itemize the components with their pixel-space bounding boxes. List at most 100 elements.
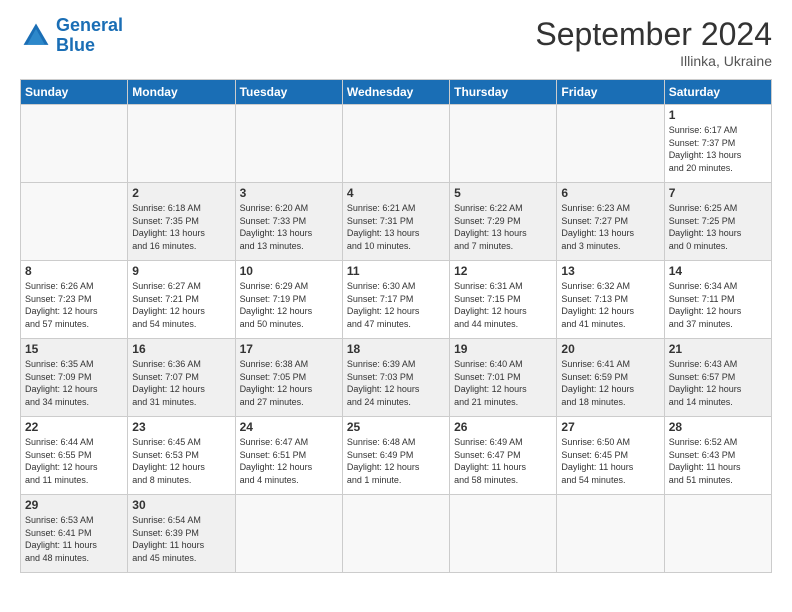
table-row: 22 Sunrise: 6:44 AMSunset: 6:55 PMDayligh… [21, 417, 128, 495]
table-row: 1Sunrise: 6:17 AMSunset: 7:37 PMDaylight… [664, 105, 771, 183]
empty-cell [342, 105, 449, 183]
day-info: Sunrise: 6:20 AMSunset: 7:33 PMDaylight:… [240, 203, 313, 251]
month-title: September 2024 [535, 16, 772, 53]
day-info: Sunrise: 6:35 AMSunset: 7:09 PMDaylight:… [25, 359, 98, 407]
day-info: Sunrise: 6:27 AMSunset: 7:21 PMDaylight:… [132, 281, 205, 329]
logo-blue: Blue [56, 35, 95, 55]
empty-cell [128, 105, 235, 183]
calendar-week-3: 8Sunrise: 6:26 AMSunset: 7:23 PMDaylight… [21, 261, 772, 339]
day-info: Sunrise: 6:41 AMSunset: 6:59 PMDaylight:… [561, 359, 634, 407]
table-row: 18 Sunrise: 6:39 AMSunset: 7:03 PMDayligh… [342, 339, 449, 417]
logo-text: General Blue [56, 16, 123, 56]
day-number: 10 [240, 264, 338, 278]
table-row: 15 Sunrise: 6:35 AMSunset: 7:09 PMDayligh… [21, 339, 128, 417]
table-row: 13Sunrise: 6:32 AMSunset: 7:13 PMDayligh… [557, 261, 664, 339]
day-number: 1 [669, 108, 767, 122]
table-row: 26 Sunrise: 6:49 AMSunset: 6:47 PMDayligh… [450, 417, 557, 495]
day-info: Sunrise: 6:44 AMSunset: 6:55 PMDaylight:… [25, 437, 98, 485]
day-info: Sunrise: 6:18 AMSunset: 7:35 PMDaylight:… [132, 203, 205, 251]
calendar-week-4: 15 Sunrise: 6:35 AMSunset: 7:09 PMDayligh… [21, 339, 772, 417]
day-number: 5 [454, 186, 552, 200]
day-number: 29 [25, 498, 123, 512]
calendar-week-5: 22 Sunrise: 6:44 AMSunset: 6:55 PMDayligh… [21, 417, 772, 495]
table-row: 8Sunrise: 6:26 AMSunset: 7:23 PMDaylight… [21, 261, 128, 339]
calendar-week-6: 29 Sunrise: 6:53 AMSunset: 6:41 PMDayligh… [21, 495, 772, 573]
empty-cell [450, 105, 557, 183]
day-info: Sunrise: 6:54 AMSunset: 6:39 PMDaylight:… [132, 515, 204, 563]
table-row: 4Sunrise: 6:21 AMSunset: 7:31 PMDaylight… [342, 183, 449, 261]
col-header-tuesday: Tuesday [235, 80, 342, 105]
day-info: Sunrise: 6:30 AMSunset: 7:17 PMDaylight:… [347, 281, 420, 329]
day-number: 21 [669, 342, 767, 356]
day-info: Sunrise: 6:39 AMSunset: 7:03 PMDaylight:… [347, 359, 420, 407]
day-info: Sunrise: 6:53 AMSunset: 6:41 PMDaylight:… [25, 515, 97, 563]
day-number: 22 [25, 420, 123, 434]
table-row: 21 Sunrise: 6:43 AMSunset: 6:57 PMDayligh… [664, 339, 771, 417]
logo-general: General [56, 15, 123, 35]
table-row: 9Sunrise: 6:27 AMSunset: 7:21 PMDaylight… [128, 261, 235, 339]
col-header-sunday: Sunday [21, 80, 128, 105]
table-row: 10Sunrise: 6:29 AMSunset: 7:19 PMDayligh… [235, 261, 342, 339]
table-row: 11 Sunrise: 6:30 AMSunset: 7:17 PMDayligh… [342, 261, 449, 339]
day-info: Sunrise: 6:43 AMSunset: 6:57 PMDaylight:… [669, 359, 742, 407]
table-row: 19Sunrise: 6:40 AMSunset: 7:01 PMDayligh… [450, 339, 557, 417]
table-row: 27 Sunrise: 6:50 AMSunset: 6:45 PMDayligh… [557, 417, 664, 495]
day-info: Sunrise: 6:34 AMSunset: 7:11 PMDaylight:… [669, 281, 742, 329]
table-row [342, 495, 449, 573]
table-row: 28 Sunrise: 6:52 AMSunset: 6:43 PMDayligh… [664, 417, 771, 495]
empty-cell [21, 105, 128, 183]
day-number: 28 [669, 420, 767, 434]
table-row: 17Sunrise: 6:38 AMSunset: 7:05 PMDayligh… [235, 339, 342, 417]
table-row: 12 Sunrise: 6:31 AMSunset: 7:15 PMDayligh… [450, 261, 557, 339]
table-row: 3Sunrise: 6:20 AMSunset: 7:33 PMDaylight… [235, 183, 342, 261]
day-number: 30 [132, 498, 230, 512]
calendar-page: General Blue September 2024 Illinka, Ukr… [0, 0, 792, 612]
day-number: 24 [240, 420, 338, 434]
day-number: 26 [454, 420, 552, 434]
table-row [557, 495, 664, 573]
day-number: 11 [347, 264, 445, 278]
header: General Blue September 2024 Illinka, Ukr… [20, 16, 772, 69]
day-number: 27 [561, 420, 659, 434]
col-header-wednesday: Wednesday [342, 80, 449, 105]
day-number: 7 [669, 186, 767, 200]
title-block: September 2024 Illinka, Ukraine [535, 16, 772, 69]
table-row: 30 Sunrise: 6:54 AMSunset: 6:39 PMDayligh… [128, 495, 235, 573]
day-number: 14 [669, 264, 767, 278]
day-number: 17 [240, 342, 338, 356]
table-row: 14 Sunrise: 6:34 AMSunset: 7:11 PMDayligh… [664, 261, 771, 339]
day-info: Sunrise: 6:40 AMSunset: 7:01 PMDaylight:… [454, 359, 527, 407]
empty-cell [235, 105, 342, 183]
table-row: 5Sunrise: 6:22 AMSunset: 7:29 PMDaylight… [450, 183, 557, 261]
day-number: 15 [25, 342, 123, 356]
day-info: Sunrise: 6:52 AMSunset: 6:43 PMDaylight:… [669, 437, 741, 485]
col-header-saturday: Saturday [664, 80, 771, 105]
day-info: Sunrise: 6:45 AMSunset: 6:53 PMDaylight:… [132, 437, 205, 485]
empty-cell [557, 105, 664, 183]
day-number: 12 [454, 264, 552, 278]
table-row: 29 Sunrise: 6:53 AMSunset: 6:41 PMDayligh… [21, 495, 128, 573]
day-info: Sunrise: 6:50 AMSunset: 6:45 PMDaylight:… [561, 437, 633, 485]
table-row [664, 495, 771, 573]
table-row: 23 Sunrise: 6:45 AMSunset: 6:53 PMDayligh… [128, 417, 235, 495]
table-row: 25Sunrise: 6:48 AMSunset: 6:49 PMDayligh… [342, 417, 449, 495]
day-number: 18 [347, 342, 445, 356]
table-row: 6Sunrise: 6:23 AMSunset: 7:27 PMDaylight… [557, 183, 664, 261]
col-header-monday: Monday [128, 80, 235, 105]
day-number: 16 [132, 342, 230, 356]
day-number: 25 [347, 420, 445, 434]
day-info: Sunrise: 6:31 AMSunset: 7:15 PMDaylight:… [454, 281, 527, 329]
day-number: 13 [561, 264, 659, 278]
day-info: Sunrise: 6:47 AMSunset: 6:51 PMDaylight:… [240, 437, 313, 485]
col-header-thursday: Thursday [450, 80, 557, 105]
day-number: 6 [561, 186, 659, 200]
table-row: 16Sunrise: 6:36 AMSunset: 7:07 PMDayligh… [128, 339, 235, 417]
day-info: Sunrise: 6:21 AMSunset: 7:31 PMDaylight:… [347, 203, 420, 251]
table-row: 2Sunrise: 6:18 AMSunset: 7:35 PMDaylight… [128, 183, 235, 261]
day-number: 20 [561, 342, 659, 356]
day-number: 8 [25, 264, 123, 278]
day-number: 23 [132, 420, 230, 434]
day-info: Sunrise: 6:25 AMSunset: 7:25 PMDaylight:… [669, 203, 742, 251]
day-info: Sunrise: 6:49 AMSunset: 6:47 PMDaylight:… [454, 437, 526, 485]
calendar-week-2: 2Sunrise: 6:18 AMSunset: 7:35 PMDaylight… [21, 183, 772, 261]
